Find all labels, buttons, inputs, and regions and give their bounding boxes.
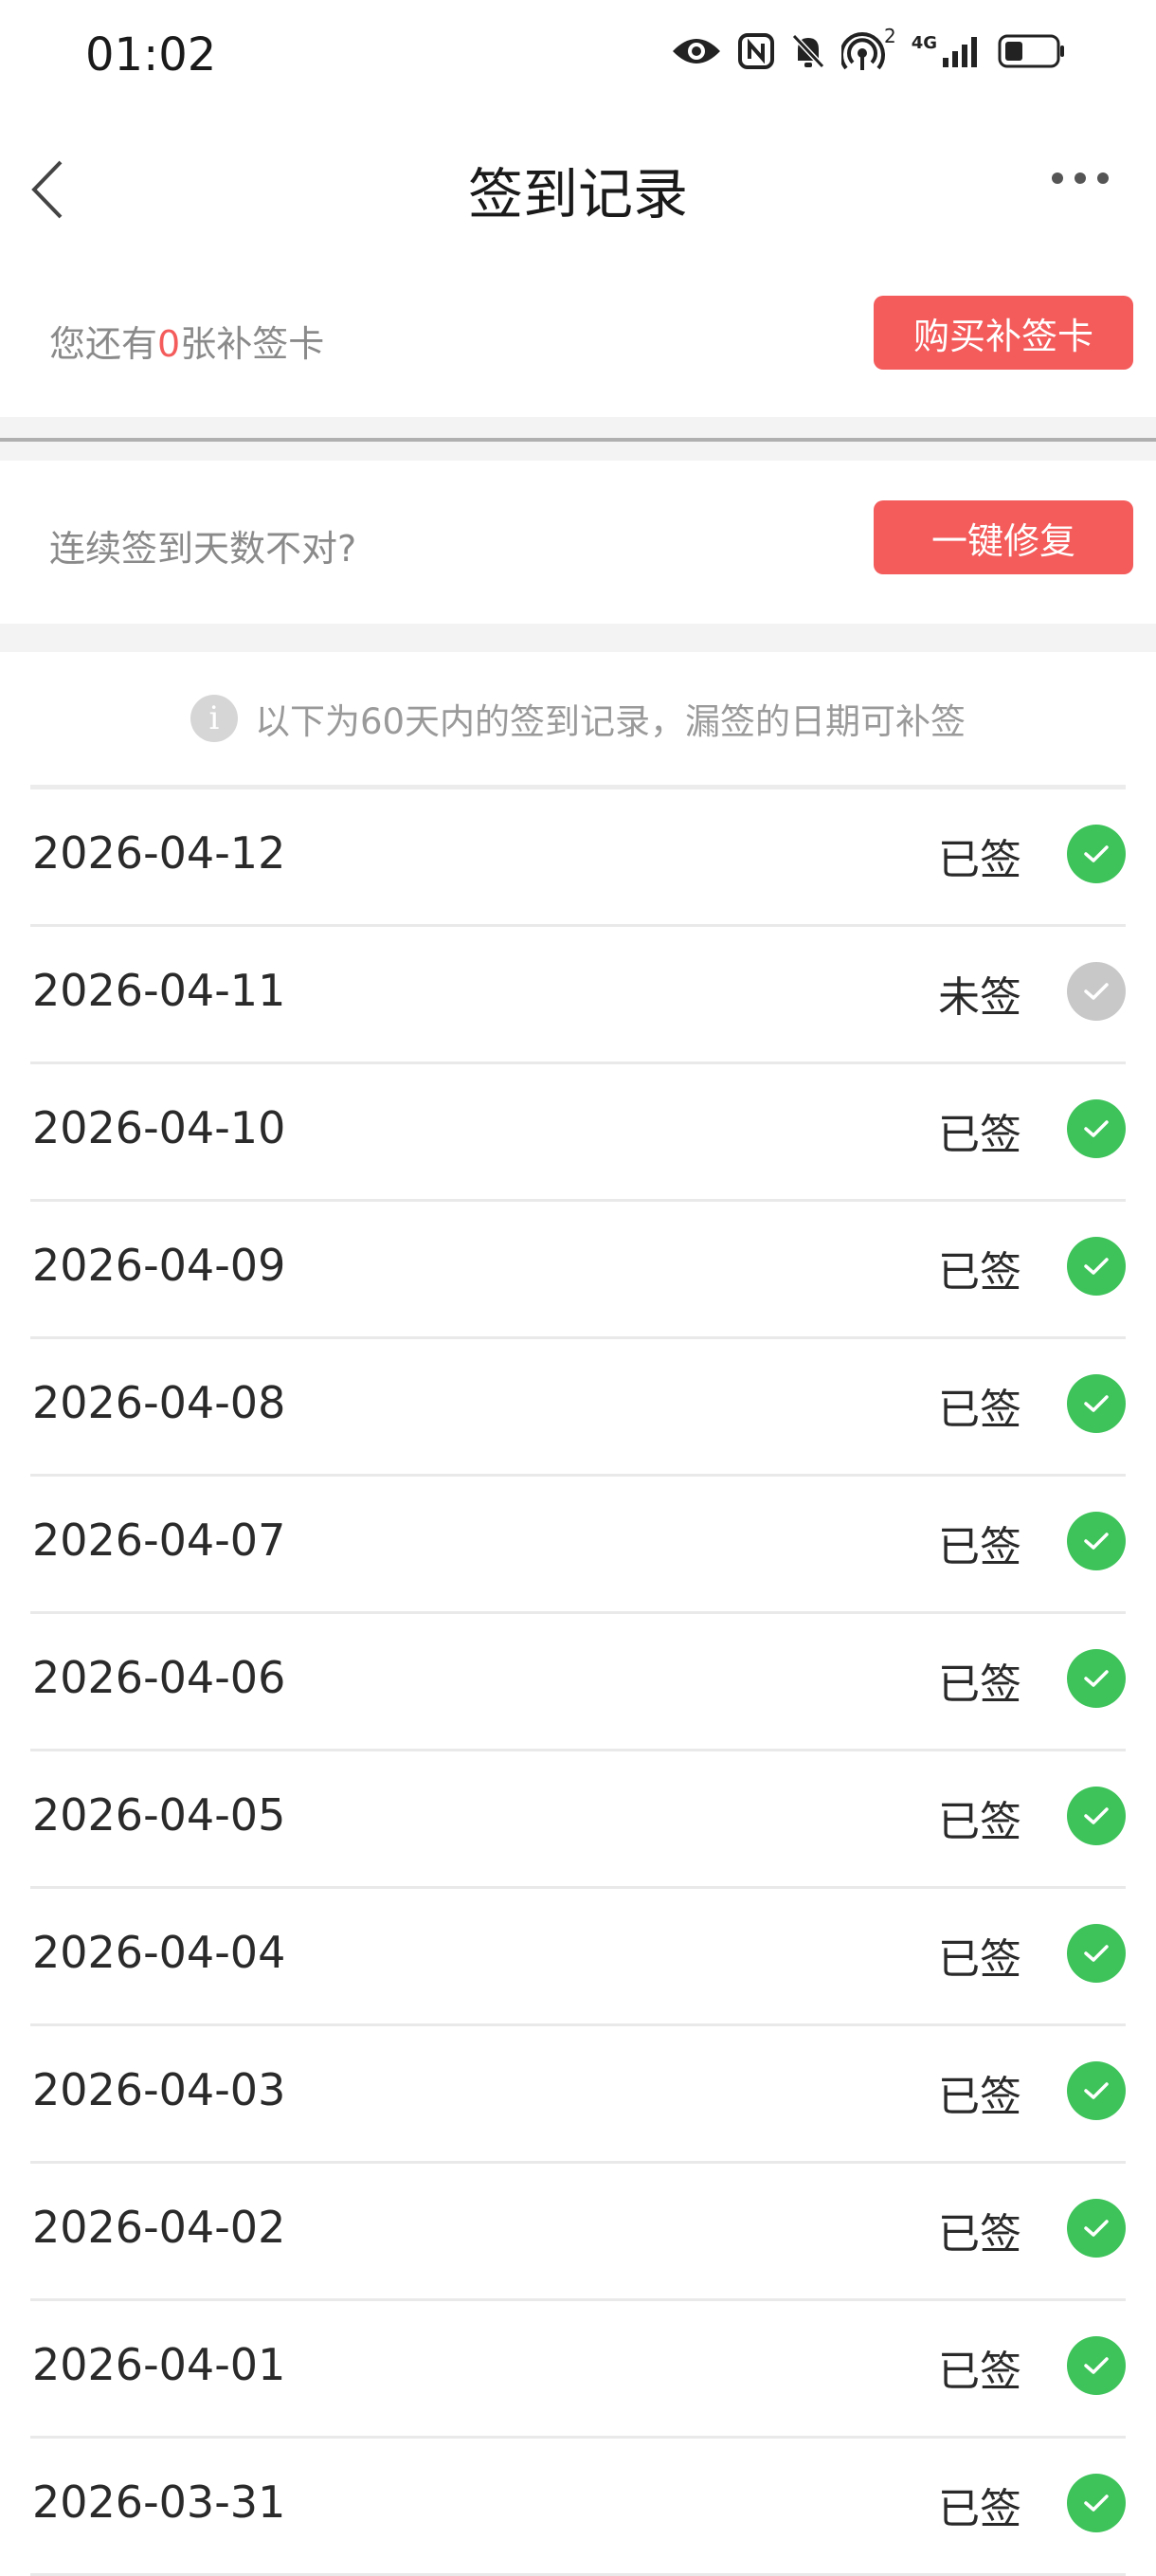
- record-status: 已签: [938, 1798, 1021, 1846]
- hotspot-icon: 2: [840, 25, 896, 72]
- record-status: 已签: [938, 2485, 1021, 2533]
- record-status: 已签: [938, 1386, 1021, 1434]
- network-label: 4G: [911, 33, 937, 53]
- buy-makeup-card-button[interactable]: 购买补签卡: [874, 296, 1133, 370]
- record-row[interactable]: 2026-04-03 已签: [30, 2026, 1126, 2164]
- record-status: 已签: [938, 1248, 1021, 1297]
- check-circle-unchecked-icon: [1067, 962, 1126, 1021]
- check-circle-icon: [1067, 2336, 1126, 2395]
- info-icon: i: [190, 695, 238, 742]
- record-date: 2026-04-07: [32, 1515, 286, 1566]
- repair-label: 连续签到天数不对?: [49, 528, 357, 570]
- record-date: 2026-04-11: [32, 965, 286, 1016]
- check-circle-icon: [1067, 1237, 1126, 1296]
- check-circle-icon: [1067, 2061, 1126, 2120]
- record-row[interactable]: 2026-04-09 已签: [30, 1202, 1126, 1339]
- check-circle-icon: [1067, 2199, 1126, 2258]
- check-circle-icon: [1067, 1924, 1126, 1983]
- bell-off-icon: [790, 32, 826, 70]
- check-circle-icon: [1067, 1787, 1126, 1845]
- record-date: 2026-04-01: [32, 2339, 286, 2390]
- record-row[interactable]: 2026-04-12 已签: [30, 789, 1126, 927]
- record-status: 已签: [938, 836, 1021, 884]
- record-date: 2026-04-10: [32, 1102, 286, 1153]
- makeup-card-prefix: 您还有: [49, 323, 158, 365]
- record-status: 已签: [938, 1523, 1021, 1571]
- divider: [0, 624, 1156, 652]
- signal-4g-icon: 4G: [912, 33, 983, 69]
- divider: [0, 442, 1156, 461]
- record-date: 2026-04-09: [32, 1240, 286, 1291]
- check-circle-icon: [1067, 1649, 1126, 1708]
- one-click-repair-button[interactable]: 一键修复: [874, 500, 1133, 574]
- record-date: 2026-04-05: [32, 1789, 286, 1841]
- status-time: 01:02: [85, 28, 217, 82]
- divider: [0, 438, 1156, 442]
- divider: [0, 417, 1156, 438]
- record-row[interactable]: 2026-04-11 未签: [30, 927, 1126, 1064]
- record-status: 已签: [938, 1660, 1021, 1709]
- record-row[interactable]: 2026-04-08 已签: [30, 1339, 1126, 1477]
- record-row[interactable]: 2026-03-31 已签: [30, 2439, 1126, 2576]
- record-date: 2026-04-04: [32, 1927, 286, 1978]
- record-date: 2026-04-12: [32, 827, 286, 879]
- makeup-card-suffix: 张补签卡: [180, 323, 325, 365]
- record-row[interactable]: 2026-04-01 已签: [30, 2301, 1126, 2439]
- nav-bar: 签到记录: [0, 114, 1156, 256]
- record-status: 未签: [938, 973, 1021, 1022]
- record-row[interactable]: 2026-04-07 已签: [30, 1477, 1126, 1614]
- record-date: 2026-03-31: [32, 2476, 286, 2528]
- record-status: 已签: [938, 1111, 1021, 1159]
- battery-icon: [998, 32, 1066, 70]
- record-row[interactable]: 2026-04-10 已签: [30, 1064, 1126, 1202]
- makeup-card-count: 0: [157, 323, 181, 365]
- check-circle-icon: [1067, 1374, 1126, 1433]
- record-list: 2026-04-12 已签 2026-04-11 未签 2026-04-10 已签 2026…: [30, 789, 1126, 2576]
- hotspot-count: 2: [883, 25, 896, 47]
- check-circle-icon: [1067, 1512, 1126, 1570]
- record-status: 已签: [938, 2210, 1021, 2259]
- repair-row: 连续签到天数不对? 一键修复: [0, 461, 1156, 624]
- record-row[interactable]: 2026-04-06 已签: [30, 1614, 1126, 1751]
- record-status: 已签: [938, 2348, 1021, 2396]
- status-icons: 2 4G: [671, 25, 1066, 72]
- page-title: 签到记录: [467, 162, 688, 227]
- check-circle-icon: [1067, 1099, 1126, 1158]
- makeup-card-row: 您还有0张补签卡 购买补签卡: [0, 256, 1156, 417]
- record-row[interactable]: 2026-04-05 已签: [30, 1751, 1126, 1889]
- check-circle-icon: [1067, 825, 1126, 883]
- record-date: 2026-04-02: [32, 2202, 286, 2253]
- status-bar: 01:02 2 4G: [0, 0, 1156, 114]
- notice-text: 以下为60天内的签到记录，漏签的日期可补签: [254, 701, 966, 742]
- record-date: 2026-04-06: [32, 1652, 286, 1703]
- notice: i 以下为60天内的签到记录，漏签的日期可补签: [0, 652, 1156, 785]
- record-date: 2026-04-03: [32, 2064, 286, 2115]
- nfc-icon: [737, 32, 775, 70]
- record-row[interactable]: 2026-04-02 已签: [30, 2164, 1126, 2301]
- record-date: 2026-04-08: [32, 1377, 286, 1428]
- record-row[interactable]: 2026-04-04 已签: [30, 1889, 1126, 2026]
- makeup-card-label: 您还有0张补签卡: [49, 315, 324, 367]
- more-icon[interactable]: [1052, 172, 1109, 184]
- eye-icon: [671, 32, 722, 70]
- check-circle-icon: [1067, 2474, 1126, 2532]
- record-status: 已签: [938, 2073, 1021, 2121]
- record-status: 已签: [938, 1935, 1021, 1984]
